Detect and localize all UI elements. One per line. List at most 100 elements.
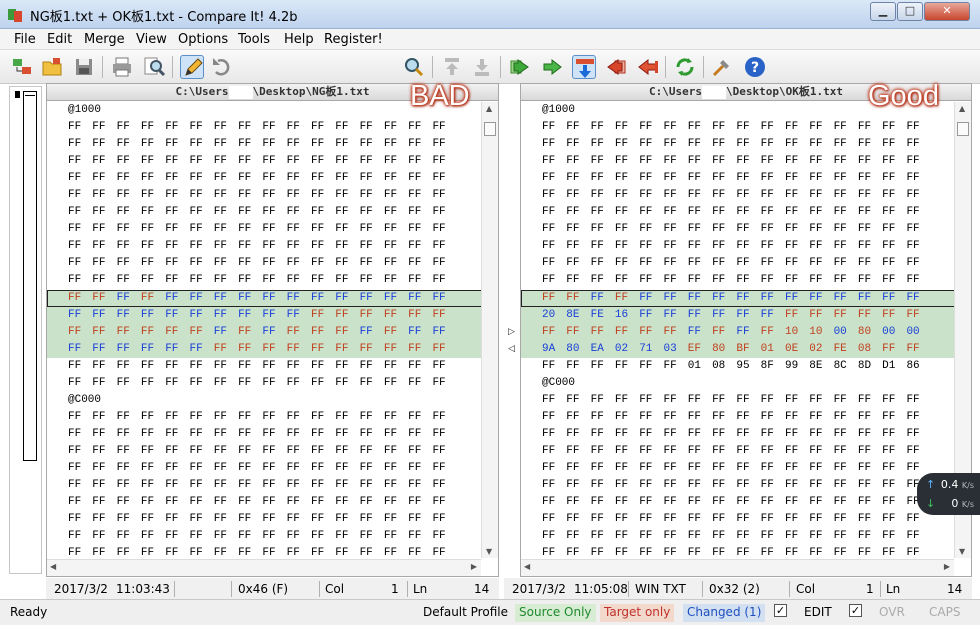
recompare-icon[interactable] — [673, 55, 697, 79]
left-vertical-scrollbar[interactable]: ▲ ▼ — [481, 102, 498, 558]
left-scroll-thumb[interactable] — [484, 122, 496, 136]
copy-left-icon[interactable] — [604, 55, 628, 79]
hex-line[interactable]: FFFFFFFFFFFFFFFFFFFFFFFFFFFFFFFF — [47, 119, 498, 136]
hex-line[interactable]: FFFFFFFFFFFFFFFFFFFFFFFFFFFFFFFF — [521, 119, 971, 136]
hex-line[interactable]: FFFFFFFFFFFFFFFFFFFFFFFFFFFFFFFF — [521, 443, 971, 460]
scroll-left-icon[interactable]: ◀ — [50, 562, 56, 571]
hex-line[interactable]: FFFFFFFFFFFFFFFFFFFFFFFFFFFFFFFF — [521, 170, 971, 187]
save-icon[interactable] — [72, 55, 96, 79]
hex-line[interactable]: FFFFFFFFFFFFFFFFFFFFFFFFFFFFFFFF — [47, 289, 498, 307]
hex-line[interactable]: FFFFFFFFFFFFFFFFFFFFFFFFFFFFFFFF — [47, 170, 498, 187]
copy-line-left-icon[interactable] — [636, 55, 660, 79]
maximize-button[interactable]: □ — [897, 2, 923, 21]
hex-line[interactable]: FFFFFFFFFFFFFFFFFFFFFFFFFFFFFFFF — [47, 375, 498, 392]
minimize-button[interactable]: ▁ — [870, 2, 896, 21]
menu-tools[interactable]: Tools — [238, 32, 270, 47]
hex-line[interactable]: FFFFFFFFFFFFFFFFFFFFFFFFFFFFFFFF — [521, 136, 971, 153]
right-horizontal-scrollbar[interactable]: ◀ ▶ — [521, 559, 954, 576]
hex-line[interactable]: FFFFFFFFFFFFFFFFFFFFFFFFFFFFFFFF — [47, 204, 498, 221]
menu-options[interactable]: Options — [178, 32, 228, 47]
hex-line[interactable]: FFFFFFFFFFFFFFFFFFFFFFFFFFFFFFFF — [47, 340, 498, 358]
copy-line-right-icon[interactable] — [540, 55, 564, 79]
undo-icon[interactable] — [210, 55, 234, 79]
menu-merge[interactable]: Merge — [84, 32, 125, 47]
hex-line[interactable]: FFFFFFFFFFFFFFFFFFFFFFFFFFFFFFFF — [47, 443, 498, 460]
hex-line[interactable]: FFFFFFFFFFFFFFFFFFFFFFFFFFFFFFFF — [47, 477, 498, 494]
hex-line[interactable]: FFFFFFFFFFFFFFFFFFFFFFFFFFFFFFFF — [521, 153, 971, 170]
menu-view[interactable]: View — [136, 32, 167, 47]
hex-line[interactable]: FFFFFFFFFFFFFFFFFFFFFFFFFFFFFFFF — [521, 528, 971, 545]
left-file-pane[interactable]: C:\Users \Desktop\NG板1.txt @1000 FF FF FF FF F… — [46, 83, 499, 577]
compare-files-icon[interactable] — [10, 55, 34, 79]
overview-map[interactable] — [9, 86, 42, 574]
edit-checkbox[interactable]: ✓ — [774, 604, 787, 617]
merge-down-icon[interactable] — [572, 55, 596, 79]
menu-help[interactable]: Help — [284, 32, 314, 47]
search-icon[interactable] — [402, 55, 426, 79]
scroll-down-icon[interactable]: ▼ — [486, 547, 492, 556]
menu-file[interactable]: File — [14, 32, 36, 47]
left-horizontal-scrollbar[interactable]: ◀ ▶ — [47, 559, 481, 576]
next-diff-icon[interactable] — [470, 55, 494, 79]
menu-edit[interactable]: Edit — [47, 32, 72, 47]
hex-line[interactable]: FFFFFFFFFFFFFFFFFFFFFFFFFFFFFFFF — [47, 153, 498, 170]
diff-right-arrow-icon[interactable]: ▷ — [508, 327, 515, 337]
hex-line[interactable]: FFFFFFFFFFFFFFFFFFFFFFFFFFFFFFFF — [521, 255, 971, 272]
hex-line[interactable]: 9A 80 EA 02 71 03 EF 80 BF 01 0E 02 FE 08 FF FF — [521, 340, 971, 358]
hex-line[interactable]: FFFFFFFFFFFFFFFFFFFFFFFFFFFFFFFF — [521, 426, 971, 443]
status-profile[interactable]: Default Profile — [419, 604, 512, 622]
print-icon[interactable] — [110, 55, 134, 79]
hex-line[interactable]: FFFFFFFFFFFFFFFFFFFFFFFFFFFFFFFF — [47, 272, 498, 289]
hex-line[interactable]: FFFFFFFFFFFFFFFFFFFFFFFFFFFFFFFF — [521, 460, 971, 477]
hex-line[interactable]: FFFFFFFFFFFFFFFFFFFFFFFFFFFFFFFF — [47, 136, 498, 153]
hex-line[interactable]: FFFFFFFFFFFFFFFFFFFFFFFFFFFFFFFF — [47, 460, 498, 477]
scroll-up-icon[interactable]: ▲ — [959, 104, 965, 113]
hex-line[interactable]: FFFFFFFFFFFFFFFFFFFFFFFFFFFFFFFF — [47, 221, 498, 238]
tools-icon[interactable] — [710, 55, 734, 79]
prev-diff-icon[interactable] — [440, 55, 464, 79]
copy-right-icon[interactable] — [508, 55, 532, 79]
hex-line[interactable]: FFFFFFFFFFFFFFFFFFFFFFFFFFFFFFFF — [47, 323, 498, 341]
hex-line[interactable]: FFFFFFFFFFFFFFFFFFFFFFFFFFFFFFFF — [521, 289, 971, 307]
scroll-right-icon[interactable]: ▶ — [944, 562, 950, 571]
hex-line[interactable]: FFFFFFFFFFFFFFFFFFFFFFFFFFFFFFFF — [47, 409, 498, 426]
hex-line[interactable]: FFFFFFFFFFFFFFFFFFFFFFFFFFFFFFFF — [47, 358, 498, 375]
hex-line[interactable]: FFFFFFFFFFFFFFFFFFFFFFFFFFFFFFFF — [521, 221, 971, 238]
hex-line[interactable]: FFFFFFFFFFFFFFFFFFFFFFFFFFFFFFFF — [47, 426, 498, 443]
hex-line[interactable]: FFFFFFFFFFFFFFFFFFFFFFFFFFFFFFFF — [521, 409, 971, 426]
scroll-right-icon[interactable]: ▶ — [471, 562, 477, 571]
right-scroll-thumb[interactable] — [957, 122, 969, 136]
hex-line[interactable]: @C000 — [47, 392, 498, 409]
menu-register[interactable]: Register! — [324, 32, 383, 47]
scroll-left-icon[interactable]: ◀ — [524, 562, 530, 571]
hex-line[interactable]: FF FF FF FF FF FF FF FF FF FF 10 10 00 80 00 00 — [521, 323, 971, 341]
diff-left-arrow-icon[interactable]: ◁ — [508, 344, 515, 354]
find-icon[interactable] — [142, 55, 166, 79]
hex-line[interactable]: FFFFFFFFFFFFFFFFFFFFFFFFFFFFFFFF — [521, 238, 971, 255]
hex-line[interactable]: 20 8E FE 16 FF FF FF FF FF FF FF FF FF FF FF FF — [521, 306, 971, 324]
hex-line[interactable]: FFFFFFFFFFFFFFFFFFFFFFFFFFFFFFFF — [521, 272, 971, 289]
hex-line[interactable]: FFFFFFFFFFFFFFFFFFFFFFFFFFFFFFFF — [521, 511, 971, 528]
scroll-up-icon[interactable]: ▲ — [486, 104, 492, 113]
open-folder-icon[interactable] — [40, 55, 64, 79]
hex-line[interactable]: FFFFFFFFFFFFFFFFFFFFFFFFFFFFFFFF — [47, 528, 498, 545]
hex-line[interactable]: FFFFFFFFFFFFFFFFFFFFFFFFFFFFFFFF — [521, 204, 971, 221]
close-button[interactable]: ✕ — [924, 2, 970, 21]
edit-icon[interactable] — [180, 55, 204, 79]
hex-line[interactable]: FFFFFFFFFFFFFFFFFFFFFFFFFFFFFFFF — [521, 392, 971, 409]
hex-line[interactable]: FFFFFFFFFFFFFFFFFFFFFFFFFFFFFFFF — [521, 494, 971, 511]
hex-line[interactable]: FFFFFFFFFFFFFFFFFFFFFFFFFFFFFFFF — [47, 494, 498, 511]
hex-line[interactable]: FFFFFFFFFFFFFFFFFFFFFFFFFFFFFFFF — [521, 477, 971, 494]
hex-line[interactable]: FFFFFFFFFFFFFFFFFFFFFFFFFFFFFFFF — [47, 306, 498, 324]
hex-line[interactable]: FFFFFFFFFFFFFFFFFFFFFFFFFFFFFFFF — [47, 511, 498, 528]
right-file-pane[interactable]: C:\Users \Desktop\OK板1.txt @1000 FF FF FF FF F… — [520, 83, 972, 577]
hex-line[interactable]: FFFFFFFFFFFFFFFFFFFFFFFFFFFFFFFF — [521, 187, 971, 204]
scroll-down-icon[interactable]: ▼ — [959, 547, 965, 556]
hex-line[interactable]: @C000 — [521, 375, 971, 392]
hex-line[interactable]: FF FF FF FF FF FF 01 08 95 8F 99 8E 8C 8D D1 86 — [521, 358, 971, 375]
hex-line[interactable]: FFFFFFFFFFFFFFFFFFFFFFFFFFFFFFFF — [47, 238, 498, 255]
help-icon[interactable]: ? — [743, 55, 767, 79]
ovr-checkbox[interactable]: ✓ — [849, 604, 862, 617]
hex-line[interactable]: FFFFFFFFFFFFFFFFFFFFFFFFFFFFFFFF — [47, 187, 498, 204]
hex-line[interactable]: FFFFFFFFFFFFFFFFFFFFFFFFFFFFFFFF — [47, 255, 498, 272]
